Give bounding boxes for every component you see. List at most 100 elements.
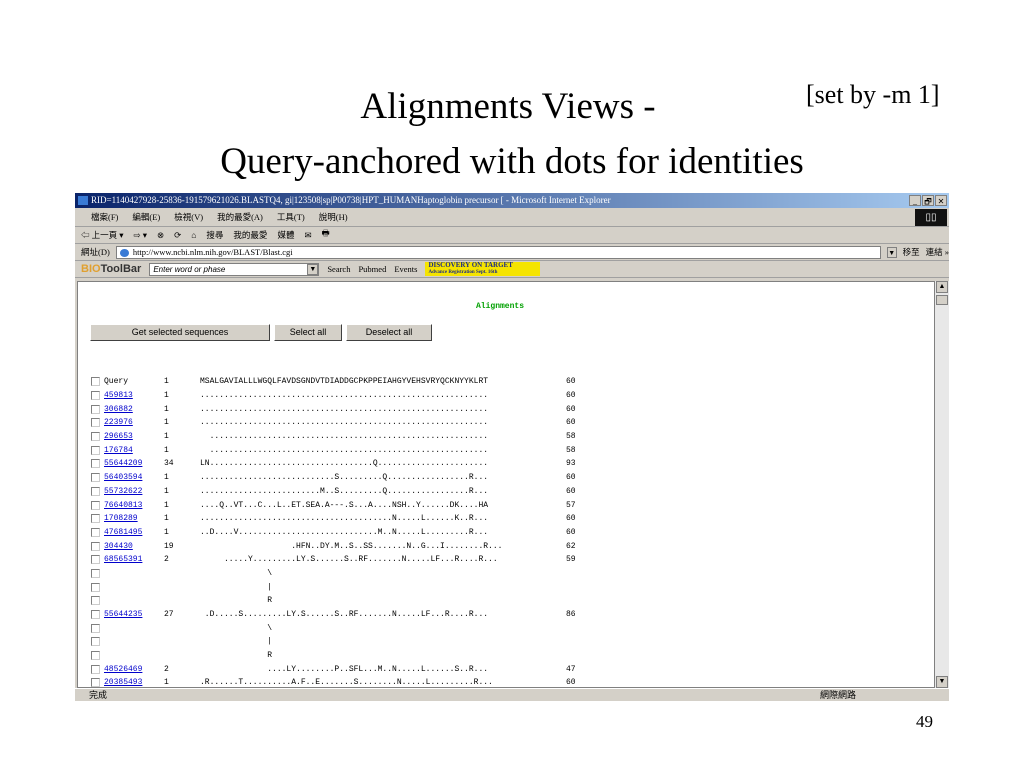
start-position: 2 (164, 664, 169, 674)
maximize-button[interactable]: 🗗 (922, 195, 934, 206)
row-checkbox[interactable] (91, 555, 100, 565)
address-dropdown[interactable]: ▼ (886, 246, 897, 258)
row-checkbox[interactable] (91, 391, 100, 401)
sequence-alignment: | (200, 637, 273, 647)
alignment-row: 76640813 1 ....Q..VT...C...L..ET.SEA.A---.… (91, 498, 576, 512)
row-checkbox[interactable] (91, 486, 100, 496)
menu-tools[interactable]: 工具(T) (277, 211, 305, 223)
end-position: 60 (566, 418, 576, 428)
close-button[interactable]: ✕ (935, 195, 947, 206)
home-icon[interactable]: ⌂ (191, 230, 196, 240)
alignment-row: 55644235 27 .D.....S.........LY.S......S.… (91, 608, 576, 622)
row-checkbox[interactable] (91, 404, 100, 414)
row-checkbox[interactable] (91, 610, 100, 620)
start-position: 1 (164, 377, 169, 387)
row-checkbox[interactable] (91, 377, 100, 387)
sequence-link[interactable]: 20385493 (104, 678, 164, 687)
sequence-link[interactable]: 68565391 (104, 555, 164, 564)
row-checkbox[interactable] (91, 596, 100, 606)
sequence-alignment: .D.....S.........LY.S......S..RF.......N… (200, 610, 489, 620)
menu-help[interactable]: 說明(H) (319, 211, 348, 223)
slide-title-line2: Query-anchored with dots for identities (220, 141, 804, 182)
menu-bar: 檔案(F) 編輯(E) 檢視(V) 我的最愛(A) 工具(T) 說明(H) ▯▯ (75, 208, 949, 227)
sequence-alignment: MSALGAVIALLLWGQLFAVDSGNDVTDIADDGCPKPPEIA… (200, 377, 489, 387)
go-button[interactable]: 移至 (903, 246, 920, 258)
menu-file[interactable]: 檔案(F) (91, 211, 118, 223)
sequence-link[interactable]: 1708289 (104, 514, 164, 523)
pubmed-button[interactable]: Pubmed (358, 264, 386, 274)
ad-banner[interactable]: DISCOVERY ON TARGET Advance Registration … (425, 262, 541, 276)
sequence-link[interactable]: 55644235 (104, 610, 164, 619)
alignment-row: 1708289 1................................… (91, 512, 576, 526)
back-button[interactable]: ⇦ 上一頁 ▾ (81, 229, 124, 241)
url-input[interactable]: http://www.ncbi.nlm.nih.gov/BLAST/Blast.… (115, 245, 881, 259)
row-checkbox[interactable] (91, 500, 100, 510)
sequence-link[interactable]: 176784 (104, 446, 164, 455)
row-checkbox[interactable] (91, 459, 100, 469)
sequence-link[interactable]: 55732622 (104, 487, 164, 496)
forward-button[interactable]: ⇨ ▾ (134, 230, 148, 241)
sequence-link[interactable]: 47681495 (104, 528, 164, 537)
refresh-icon[interactable]: ⟳ (174, 230, 181, 241)
sequence-link[interactable]: 55644209 (104, 459, 164, 468)
end-position: 60 (566, 404, 576, 414)
row-checkbox[interactable] (91, 541, 100, 551)
print-icon[interactable]: 🖶 (322, 228, 330, 242)
biotoolbar-search-button[interactable]: Search (327, 264, 350, 274)
sequence-link[interactable]: 56403594 (104, 473, 164, 482)
start-position: 1 (164, 391, 169, 401)
sequence-alignment: | (200, 582, 273, 592)
select-all-button[interactable]: Select all (274, 324, 342, 341)
stop-icon[interactable]: ⊗ (157, 230, 164, 241)
sequence-link[interactable]: 306882 (104, 405, 164, 414)
scroll-thumb[interactable] (936, 295, 948, 305)
row-checkbox[interactable] (91, 568, 100, 578)
row-checkbox[interactable] (91, 527, 100, 537)
media-button[interactable]: 媒體 (277, 229, 294, 241)
start-position: 1 (164, 500, 169, 510)
get-selected-sequences-button[interactable]: Get selected sequences (90, 324, 270, 341)
sequence-link[interactable]: 76640813 (104, 501, 164, 510)
sequence-link[interactable]: 223976 (104, 418, 164, 427)
status-bar: 完成 網際網路 (75, 688, 949, 701)
row-checkbox[interactable] (91, 473, 100, 483)
alignment-row: 20385493 1 .R......T..........A.F..E......… (91, 676, 576, 688)
row-checkbox[interactable] (91, 623, 100, 633)
events-button[interactable]: Events (394, 264, 417, 274)
sequence-link[interactable]: 296653 (104, 432, 164, 441)
end-position: 59 (566, 555, 576, 565)
minimize-button[interactable]: _ (909, 195, 921, 206)
sequence-alignment: ........................................… (200, 514, 489, 524)
row-checkbox[interactable] (91, 432, 100, 442)
alignment-row: 56403594 1 ............................S..… (91, 471, 576, 485)
biotoolbar-search-input[interactable]: Enter word or phase ▼ (149, 262, 320, 276)
row-checkbox[interactable] (91, 582, 100, 592)
row-checkbox[interactable] (91, 664, 100, 674)
page-content: Alignments Get selected sequences Select… (77, 281, 935, 688)
row-checkbox[interactable] (91, 514, 100, 524)
row-checkbox[interactable] (91, 678, 100, 687)
slide-note: [set by -m 1] (806, 80, 940, 109)
deselect-all-button[interactable]: Deselect all (346, 324, 432, 341)
sequence-link[interactable]: 459813 (104, 391, 164, 400)
favorites-button[interactable]: 我的最愛 (233, 229, 267, 241)
links-button[interactable]: 連結 » (926, 246, 949, 258)
search-button[interactable]: 搜尋 (206, 229, 223, 241)
row-checkbox[interactable] (91, 637, 100, 647)
scroll-up-arrow[interactable]: ▲ (936, 281, 948, 293)
row-checkbox[interactable] (91, 418, 100, 428)
sequence-link[interactable]: 304430 (104, 542, 164, 551)
sequence-link[interactable]: 48526469 (104, 665, 164, 674)
scroll-down-arrow[interactable]: ▼ (936, 676, 948, 688)
sequence-alignment: .R......T..........A.F..E.......S.......… (200, 678, 493, 688)
row-checkbox[interactable] (91, 445, 100, 455)
vertical-scrollbar[interactable]: ▲ ▼ (935, 281, 949, 688)
start-position: 1 (164, 418, 169, 428)
menu-view[interactable]: 檢視(V) (174, 211, 203, 223)
row-checkbox[interactable] (91, 651, 100, 661)
menu-favorites[interactable]: 我的最愛(A) (217, 211, 263, 223)
start-position: 1 (164, 514, 169, 524)
alignment-row: 55644209 34 LN............................… (91, 457, 576, 471)
mail-icon[interactable]: ✉ (304, 230, 311, 241)
menu-edit[interactable]: 編輯(E) (132, 211, 160, 223)
